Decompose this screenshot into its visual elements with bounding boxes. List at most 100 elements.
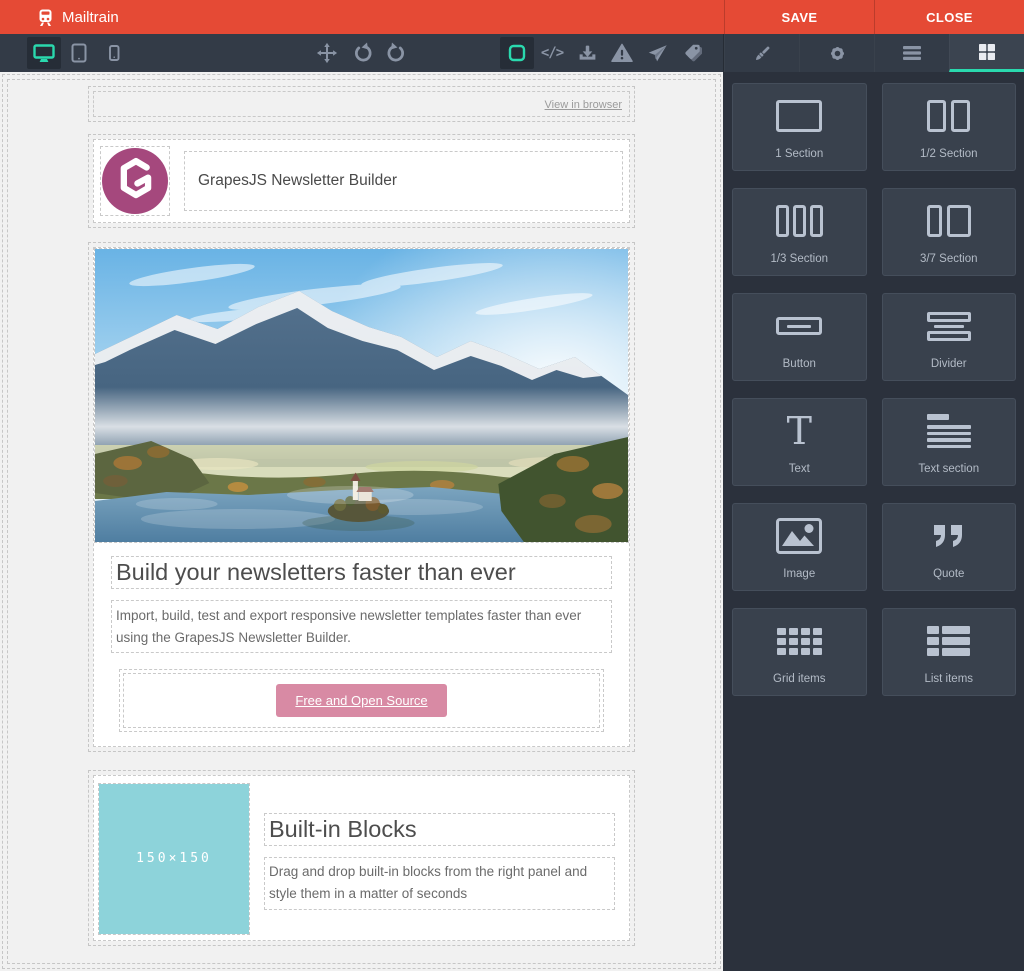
- editor-canvas[interactable]: View in browser: [0, 72, 723, 971]
- block-icon-3-7-section: [927, 189, 971, 253]
- header-section[interactable]: GrapesJS Newsletter Builder: [88, 134, 635, 228]
- block-icon-list-items: [927, 609, 970, 673]
- block-icon-third-section: [776, 189, 823, 253]
- action-group: </>: [500, 37, 709, 69]
- send-test-button[interactable]: [640, 37, 674, 69]
- gear-icon: [827, 43, 848, 64]
- train-icon: [36, 8, 55, 27]
- block-3-7-section[interactable]: 3/7 Section: [882, 188, 1017, 276]
- block-label: List items: [924, 673, 973, 695]
- hero-heading-box[interactable]: Build your newsletters faster than ever: [111, 556, 612, 589]
- settings-tab[interactable]: [799, 34, 874, 72]
- hero-paragraph[interactable]: Import, build, test and export responsiv…: [111, 600, 612, 653]
- style-manager-tab[interactable]: [724, 34, 799, 72]
- block-list-items[interactable]: List items: [882, 608, 1017, 696]
- feature-section-1[interactable]: 150×150 Built-in Blocks Drag and drop bu…: [88, 770, 635, 946]
- hero-heading: Build your newsletters faster than ever: [116, 559, 607, 586]
- feature-card-1: 150×150 Built-in Blocks Drag and drop bu…: [93, 775, 630, 941]
- feature1-heading-box[interactable]: Built-in Blocks: [264, 813, 615, 846]
- mobile-icon: [103, 42, 125, 64]
- hero-card: Build your newsletters faster than ever …: [93, 247, 630, 747]
- undo-icon: [351, 42, 373, 64]
- block-label: 3/7 Section: [920, 253, 978, 275]
- toggle-borders-button[interactable]: [500, 37, 534, 69]
- hero-section[interactable]: Build your newsletters faster than ever …: [88, 242, 635, 752]
- feature1-heading: Built-in Blocks: [269, 816, 610, 843]
- hero-image[interactable]: [94, 248, 629, 543]
- feature1-text-cell: Built-in Blocks Drag and drop built-in b…: [250, 776, 629, 940]
- view-in-browser-link[interactable]: View in browser: [545, 99, 622, 111]
- block-label: 1/2 Section: [920, 148, 978, 170]
- code-icon: </>: [541, 45, 563, 61]
- newsletter-wrapper-outline: View in browser: [2, 74, 721, 969]
- right-panel-tabs: [723, 34, 1024, 72]
- layers-list-icon: [902, 44, 922, 62]
- header-card: GrapesJS Newsletter Builder: [93, 139, 630, 223]
- tags-icon: [681, 42, 703, 64]
- block-text[interactable]: T Text: [732, 398, 867, 486]
- block-divider[interactable]: Divider: [882, 293, 1017, 381]
- block-1-section[interactable]: 1 Section: [732, 83, 867, 171]
- import-button[interactable]: [570, 37, 604, 69]
- tags-button[interactable]: [675, 37, 709, 69]
- header-title[interactable]: GrapesJS Newsletter Builder: [184, 151, 623, 211]
- warning-triangle-icon: [611, 42, 633, 64]
- layer-manager-tab[interactable]: [874, 34, 949, 72]
- hero-cta-button[interactable]: Free and Open Source: [276, 684, 446, 717]
- tablet-icon: [68, 42, 90, 64]
- undo-button[interactable]: [345, 37, 379, 69]
- block-label: Image: [783, 568, 815, 590]
- block-icon-1-section: [776, 84, 822, 148]
- block-icon-divider: [927, 294, 971, 358]
- device-mobile-button[interactable]: [97, 37, 131, 69]
- import-download-icon: [577, 43, 598, 64]
- hero-button-cell: Free and Open Source: [123, 673, 600, 728]
- block-icon-text: T: [787, 399, 812, 463]
- newsletter-body-outline: View in browser: [7, 79, 716, 964]
- block-icon-text-section: [927, 399, 971, 463]
- desktop-icon: [32, 42, 56, 64]
- block-icon-image: [776, 504, 822, 568]
- view-in-browser-row[interactable]: View in browser: [88, 86, 635, 122]
- block-grid-items[interactable]: Grid items: [732, 608, 867, 696]
- topbar-spacer: [119, 0, 724, 34]
- block-label: Grid items: [773, 673, 825, 695]
- block-third-section[interactable]: 1/3 Section: [732, 188, 867, 276]
- block-image[interactable]: Image: [732, 503, 867, 591]
- block-quote[interactable]: Quote: [882, 503, 1017, 591]
- block-icon-quote: [932, 504, 966, 568]
- block-text-section[interactable]: Text section: [882, 398, 1017, 486]
- export-code-button[interactable]: </>: [535, 37, 569, 69]
- hero-button-row[interactable]: Free and Open Source: [119, 669, 604, 732]
- image-placeholder[interactable]: 150×150: [99, 784, 249, 934]
- paint-brush-icon: [752, 43, 773, 64]
- block-label: Divider: [931, 358, 967, 380]
- block-icon-button: [776, 294, 822, 358]
- feature1-image-cell[interactable]: 150×150: [98, 783, 250, 935]
- canvas-toolbar: </>: [0, 34, 723, 72]
- device-tablet-button[interactable]: [62, 37, 96, 69]
- block-label: 1/3 Section: [770, 253, 828, 275]
- blocks-tab[interactable]: [949, 34, 1024, 72]
- arrows-move-button[interactable]: [310, 37, 344, 69]
- warnings-button[interactable]: [605, 37, 639, 69]
- block-half-section[interactable]: 1/2 Section: [882, 83, 1017, 171]
- block-label: Text section: [918, 463, 979, 485]
- grapesjs-logo-icon: [102, 148, 168, 214]
- blocks-panel: 1 Section 1/2 Section 1/3 Section 3/7 Se…: [723, 72, 1024, 971]
- mountain-lake-photo: [95, 249, 628, 542]
- arrows-move-icon: [316, 42, 338, 64]
- close-button[interactable]: CLOSE: [874, 0, 1024, 34]
- feature1-paragraph[interactable]: Drag and drop built-in blocks from the r…: [264, 857, 615, 910]
- brand-name: Mailtrain: [62, 9, 119, 26]
- redo-button[interactable]: [380, 37, 414, 69]
- blocks-grid-icon: [978, 43, 996, 61]
- redo-icon: [386, 42, 408, 64]
- block-button[interactable]: Button: [732, 293, 867, 381]
- save-button[interactable]: SAVE: [724, 0, 874, 34]
- block-label: Quote: [933, 568, 964, 590]
- block-label: 1 Section: [775, 148, 823, 170]
- device-desktop-button[interactable]: [27, 37, 61, 69]
- history-group: [310, 37, 414, 69]
- logo-cell[interactable]: [100, 146, 170, 216]
